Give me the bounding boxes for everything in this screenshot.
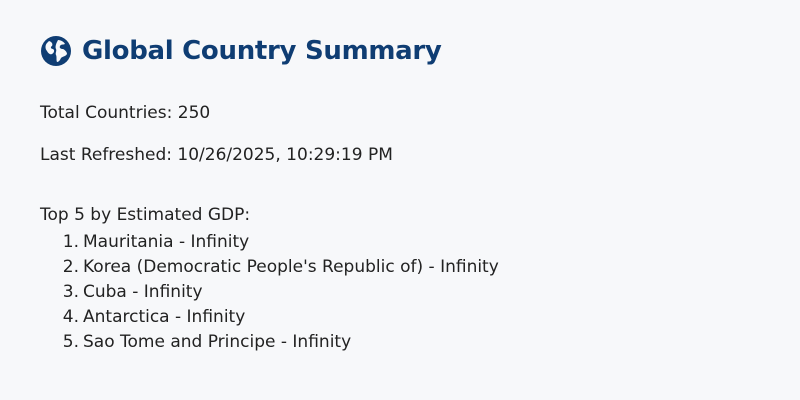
total-countries: Total Countries: 250 bbox=[40, 103, 211, 123]
list-item: 2. Korea (Democratic People's Republic o… bbox=[40, 255, 780, 280]
last-refreshed: Last Refreshed: 10/26/2025, 10:29:19 PM bbox=[40, 145, 393, 165]
list-item-rank: 2. bbox=[62, 257, 79, 277]
list-item: 5. Sao Tome and Principe - Infinity bbox=[40, 330, 780, 355]
title-row: Global Country Summary bbox=[40, 30, 780, 72]
list-item-rank: 3. bbox=[62, 282, 79, 302]
list-item-text: Cuba - Infinity bbox=[83, 282, 203, 302]
list-item: 4. Antarctica - Infinity bbox=[40, 305, 780, 330]
page-title: Global Country Summary bbox=[82, 36, 442, 66]
top-gdp-heading: Top 5 by Estimated GDP: bbox=[40, 205, 251, 225]
list-item-text: Mauritania - Infinity bbox=[83, 232, 250, 252]
list-item-rank: 1. bbox=[62, 232, 79, 252]
list-item-text: Sao Tome and Principe - Infinity bbox=[83, 332, 352, 352]
list-item-text: Antarctica - Infinity bbox=[83, 307, 246, 327]
summary-panel: Global Country Summary Total Countries: … bbox=[40, 30, 780, 355]
globe-icon bbox=[41, 36, 71, 66]
list-item: 1. Mauritania - Infinity bbox=[40, 230, 780, 255]
list-item: 3. Cuba - Infinity bbox=[40, 280, 780, 305]
list-item-rank: 4. bbox=[62, 307, 79, 327]
list-item-rank: 5. bbox=[62, 332, 79, 352]
top-gdp-list: 1. Mauritania - Infinity 2. Korea (Democ… bbox=[40, 230, 780, 355]
list-item-text: Korea (Democratic People's Republic of) … bbox=[83, 257, 499, 277]
